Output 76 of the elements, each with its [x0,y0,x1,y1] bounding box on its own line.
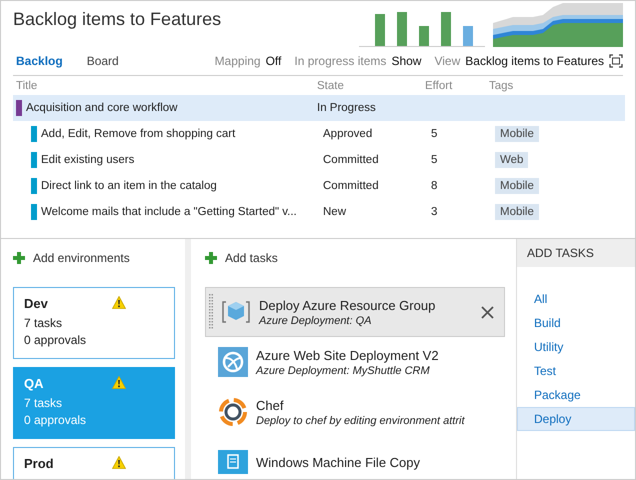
option-dropdown[interactable]: Show [391,54,422,68]
tag: Mobile [495,178,539,194]
warning-icon [112,376,126,389]
task-name: Deploy Azure Resource Group [259,298,436,312]
item-state: In Progress [316,102,377,114]
table-row[interactable]: Acquisition and core workflow In Progress [13,95,625,121]
approval-count: 0 approvals [24,332,88,349]
column-header: Effort [424,80,454,92]
task-name: Azure Web Site Deployment V2 [256,348,440,362]
task-detail: Azure Deployment: MyShuttle CRM [256,364,431,376]
close-icon[interactable] [481,306,494,318]
page-title: Backlog items to Features [13,9,222,31]
environment-name: Prod [24,456,54,471]
tab[interactable]: Board [84,54,122,68]
category-item[interactable]: Test [517,359,635,383]
add-tasks-button[interactable]: Add tasks [205,251,278,265]
table-row[interactable]: Edit existing users Committed 5 Web [13,147,625,173]
panel-header: ADD TASKS [517,239,635,267]
task-count: 7 tasks [24,315,64,332]
item-state: Committed [322,154,380,166]
category-item[interactable]: Package [517,383,635,407]
warning-icon [112,456,126,469]
option-label: In progress items [294,54,386,68]
environment-card[interactable]: Dev 7 tasks 0 approvals [13,287,175,359]
tag: Mobile [495,204,539,220]
file-copy-icon [218,450,248,474]
option-label: View [434,54,460,68]
warning-icon [112,296,126,309]
plus-icon [13,252,25,264]
item-title: Direct link to an item in the catalog [41,180,217,192]
column-header: Tags [488,80,514,92]
item-title: Add, Edit, Remove from shopping cart [41,128,236,140]
drag-handle-icon[interactable] [209,294,213,330]
chef-logo-icon [218,397,248,427]
category-item[interactable]: All [517,287,635,311]
task-item[interactable]: Deploy Azure Resource Group Azure Deployment: QA [205,287,505,337]
table-row[interactable]: Welcome mails that include a "Getting Started" v... New 3 Mobile [13,199,625,225]
item-state: Committed [322,180,380,192]
task-item[interactable]: Windows Machine File Copy [205,437,505,479]
fullscreen-icon[interactable] [609,54,623,68]
item-state: Approved [322,128,374,140]
item-effort: 5 [430,154,438,166]
approval-count: 0 approvals [24,412,88,429]
category-item[interactable]: Utility [517,335,635,359]
item-title: Edit existing users [41,154,134,166]
plus-icon [205,252,217,264]
environment-name: QA [24,376,44,391]
category-item[interactable]: Build [517,311,635,335]
column-header: State [316,80,345,92]
item-effort: 8 [430,180,438,192]
option-dropdown[interactable]: Off [266,54,282,68]
task-item[interactable]: Azure Web Site Deployment V2 Azure Deployment: MyShuttle CRM [205,337,505,387]
task-detail: Azure Deployment: QA [259,314,372,326]
table-row[interactable]: Direct link to an item in the catalog Committed 8 Mobile [13,173,625,199]
task-item[interactable]: Chef Deploy to chef by editing environment attrit [205,387,505,437]
task-count: 7 tasks [24,395,64,412]
item-state: New [322,206,348,218]
add-environments-button[interactable]: Add environments [13,251,130,265]
tag: Mobile [495,126,539,142]
task-name: Chef [256,398,284,412]
item-effort: 3 [430,206,438,218]
table-row[interactable]: Add, Edit, Remove from shopping cart Approved 5 Mobile [13,121,625,147]
task-detail: Deploy to chef by editing environment attrit [256,414,466,426]
environment-card[interactable]: Prod [13,447,175,479]
environment-name: Dev [24,296,48,311]
option-dropdown[interactable]: Backlog items to Features [465,54,604,68]
tab[interactable]: Backlog [13,54,66,68]
globe-icon [218,347,248,377]
column-header: Title [15,80,38,92]
category-item[interactable]: Deploy [517,407,635,431]
tag: Web [495,152,528,168]
item-effort: 5 [430,128,438,140]
item-title: Welcome mails that include a "Getting Started" v... [41,206,297,218]
task-name: Windows Machine File Copy [256,454,422,470]
option-label: Mapping [214,54,261,68]
item-title: Acquisition and core workflow [26,102,178,114]
